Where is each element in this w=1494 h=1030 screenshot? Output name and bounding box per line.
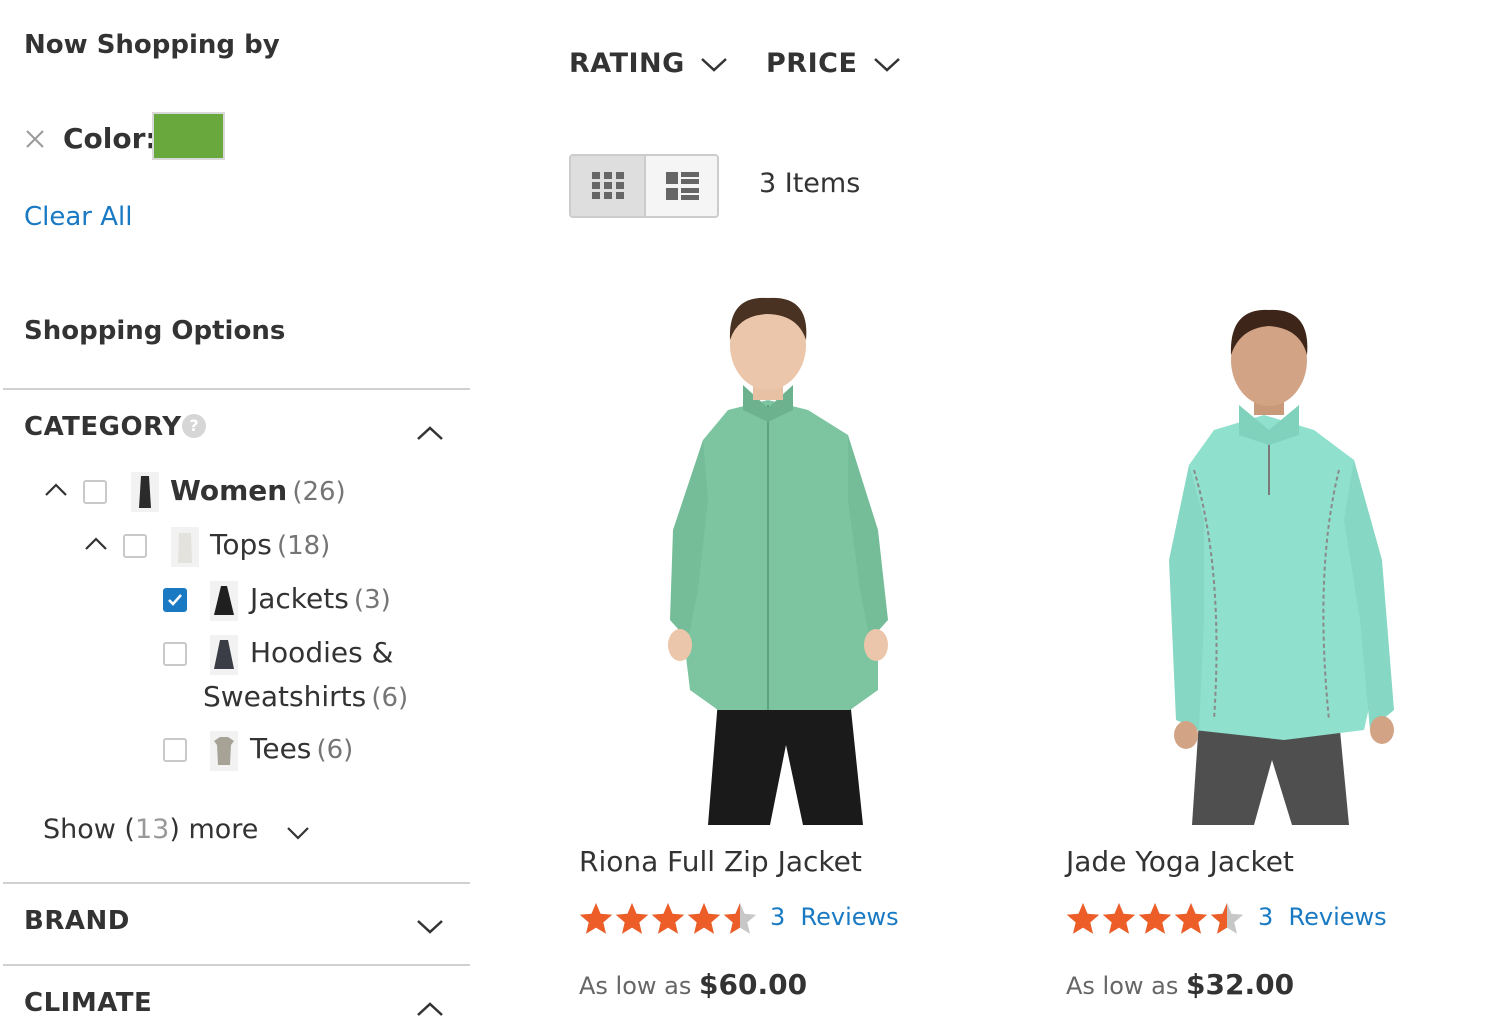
climate-section-title[interactable]: CLIMATE — [24, 988, 152, 1018]
category-item-hoodies-line2[interactable]: Sweatshirts (6) — [203, 680, 408, 713]
reviews-label: Reviews — [1288, 903, 1387, 931]
sort-rating-label[interactable]: RATING — [569, 48, 685, 79]
star-filled-icon — [1066, 903, 1100, 934]
chevron-up-icon[interactable] — [44, 482, 68, 498]
category-thumbnail — [210, 581, 238, 621]
list-icon — [666, 172, 699, 200]
category-section-title[interactable]: CATEGORY — [24, 412, 182, 442]
items-count: 3 Items — [759, 168, 861, 199]
category-name: Jackets — [250, 582, 349, 615]
category-thumbnail — [171, 527, 199, 567]
category-item-tops[interactable]: Tops (18) — [210, 528, 330, 561]
price-box: As low as $32.00 — [1066, 968, 1294, 1001]
star-filled-icon — [651, 903, 685, 934]
star-filled-icon — [579, 903, 613, 934]
chevron-down-icon[interactable] — [872, 56, 902, 74]
category-checkbox-tees[interactable] — [163, 738, 187, 762]
divider — [3, 882, 470, 884]
category-checkbox-women[interactable] — [83, 480, 107, 504]
show-more-suffix: ) more — [169, 814, 259, 845]
product-price: $32.00 — [1186, 968, 1295, 1001]
product-name[interactable]: Riona Full Zip Jacket — [579, 845, 862, 878]
review-count: 3 — [770, 903, 786, 931]
price-box: As low as $60.00 — [579, 968, 807, 1001]
show-more-button[interactable]: Show (13) more — [43, 814, 258, 845]
clear-all-link[interactable]: Clear All — [24, 202, 133, 232]
rating-stars — [579, 903, 757, 934]
chevron-down-icon[interactable] — [415, 918, 445, 936]
show-more-count: 13 — [134, 814, 170, 845]
list-view-button[interactable] — [646, 156, 717, 216]
grid-icon — [592, 172, 624, 199]
active-filter-label: Color: — [63, 122, 157, 155]
star-filled-icon — [1174, 903, 1208, 934]
reviews-link[interactable]: 3 Reviews — [770, 903, 899, 931]
category-name: Hoodies & — [250, 636, 394, 669]
star-filled-icon — [1102, 903, 1136, 934]
category-checkbox-jackets[interactable] — [163, 588, 187, 612]
category-count: (6) — [371, 683, 409, 713]
close-icon[interactable] — [24, 128, 46, 150]
view-mode-switcher — [569, 154, 719, 218]
shopping-options-title: Shopping Options — [24, 316, 286, 346]
chevron-up-icon[interactable] — [415, 1000, 445, 1018]
category-thumbnail — [210, 731, 238, 771]
category-count: (18) — [276, 531, 331, 561]
price-prefix: As low as — [1066, 972, 1179, 1000]
category-thumbnail — [131, 472, 159, 512]
divider — [3, 388, 470, 390]
category-count: (26) — [292, 477, 346, 507]
category-item-women[interactable]: Women (26) — [170, 474, 346, 507]
category-name: Women — [170, 474, 288, 507]
category-checkbox-tops[interactable] — [123, 534, 147, 558]
category-item-hoodies[interactable]: Hoodies & — [250, 636, 393, 669]
product-image[interactable] — [1064, 290, 1444, 825]
review-count: 3 — [1258, 903, 1274, 931]
now-shopping-title: Now Shopping by — [24, 30, 280, 60]
color-swatch — [152, 112, 225, 160]
reviews-link[interactable]: 3 Reviews — [1258, 903, 1387, 931]
show-more-prefix: Show ( — [43, 814, 135, 845]
star-filled-icon — [615, 903, 649, 934]
product-image[interactable] — [578, 290, 958, 825]
chevron-up-icon[interactable] — [415, 424, 445, 442]
category-count: (3) — [353, 585, 391, 615]
category-checkbox-hoodies[interactable] — [163, 642, 187, 666]
divider — [3, 964, 470, 966]
sort-price-label[interactable]: PRICE — [766, 48, 857, 79]
reviews-label: Reviews — [800, 903, 899, 931]
product-price: $60.00 — [699, 968, 808, 1001]
grid-view-button[interactable] — [571, 156, 646, 216]
category-name: Sweatshirts — [203, 680, 367, 713]
category-item-jackets[interactable]: Jackets (3) — [250, 582, 391, 615]
chevron-down-icon[interactable] — [699, 56, 729, 74]
chevron-up-icon[interactable] — [84, 536, 108, 552]
price-prefix: As low as — [579, 972, 692, 1000]
product-name[interactable]: Jade Yoga Jacket — [1066, 845, 1294, 878]
chevron-down-icon[interactable] — [285, 824, 311, 842]
category-thumbnail — [210, 635, 238, 675]
category-name: Tops — [210, 528, 272, 561]
category-count: (6) — [316, 735, 354, 765]
brand-section-title[interactable]: BRAND — [24, 906, 130, 936]
star-filled-icon — [1138, 903, 1172, 934]
help-icon[interactable]: ? — [182, 414, 206, 438]
star-filled-icon — [687, 903, 721, 934]
category-item-tees[interactable]: Tees (6) — [250, 732, 353, 765]
rating-stars — [1066, 903, 1244, 934]
category-name: Tees — [250, 732, 312, 765]
